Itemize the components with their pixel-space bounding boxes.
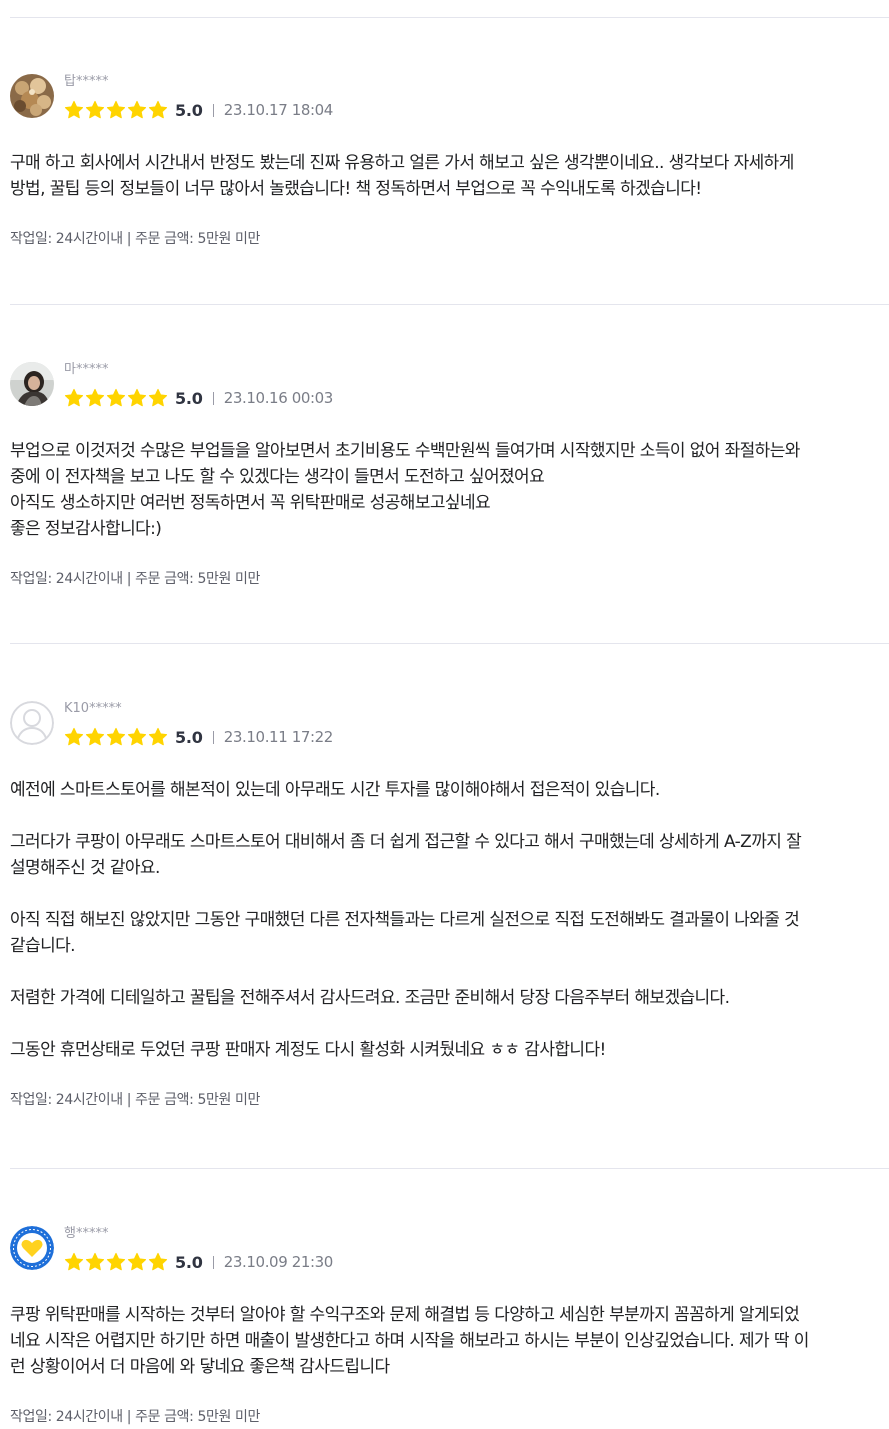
star-icon [64,100,84,119]
review-text-line: 쿠팡 위탁판매를 시작하는 것부터 알아야 할 수익구조와 문제 해결법 등 다… [10,1305,800,1325]
review-header: 행***** 5.0 23.10.09 21:30 [10,1226,889,1286]
star-icon [64,388,84,407]
review-date: 23.10.09 21:30 [223,1253,334,1271]
separator [212,730,214,744]
star-icon [106,100,126,119]
rating-row: 5.0 23.10.11 17:22 [64,725,333,749]
reviewer-name: 탑***** [64,74,109,89]
order-meta: 작업일: 24시간이내 | 주문 금액: 5만원 미만 [10,231,260,247]
star-icon [127,100,147,119]
review-body: 예전에 스마트스토어를 해본적이 있는데 아무래도 시간 투자를 많이해야해서 … [10,777,889,1063]
star-icon [64,1252,84,1271]
user-avatar [10,362,54,406]
review-divider [10,643,889,644]
star-rating [64,1252,168,1272]
star-icon [85,100,105,119]
review-text-line: 설명해주신 것 같아요. [10,858,160,878]
reviewer-name: 행***** [64,1226,109,1241]
review-text-line: 좋은 정보감사합니다:) [10,519,162,539]
review-text-line: 그러다가 쿠팡이 아무래도 스마트스토어 대비해서 좀 더 쉽게 접근할 수 있… [10,832,802,852]
user-avatar [10,74,54,118]
star-icon [64,727,84,746]
rating-row: 5.0 23.10.16 00:03 [64,386,333,410]
review-text-line: 구매 하고 회사에서 시간내서 반정도 봤는데 진짜 유용하고 얼른 가서 해보… [10,153,794,173]
review-item: 마***** 5.0 23.10.16 00:03 부업으로 이것저것 수많은 … [10,362,889,588]
review-text-line: 그동안 휴먼상태로 두었던 쿠팡 판매자 계정도 다시 활성화 시켜뒀네요 ㅎㅎ… [10,1040,606,1060]
rating-score: 5.0 [175,100,203,120]
user-avatar [10,1226,54,1270]
review-text-line: 같습니다. [10,936,76,956]
star-icon [148,727,168,746]
review-list: 탑***** 5.0 23.10.17 18:04 구매 하고 회사에서 시간내… [0,0,889,1429]
star-rating [64,100,168,120]
star-icon [127,727,147,746]
reviewer-name: K10***** [64,701,122,716]
star-rating [64,727,168,747]
review-body: 구매 하고 회사에서 시간내서 반정도 봤는데 진짜 유용하고 얼른 가서 해보… [10,150,889,202]
order-meta: 작업일: 24시간이내 | 주문 금액: 5만원 미만 [10,571,260,587]
star-icon [106,1252,126,1271]
rating-score: 5.0 [175,388,203,408]
star-icon [85,1252,105,1271]
review-divider [10,304,889,305]
star-icon [148,388,168,407]
review-body: 부업으로 이것저것 수많은 부업들을 알아보면서 초기비용도 수백만원씩 들여가… [10,438,889,542]
review-header: 마***** 5.0 23.10.16 00:03 [10,362,889,422]
reviewer-name: 마***** [64,362,109,377]
review-divider [10,1168,889,1169]
rating-row: 5.0 23.10.09 21:30 [64,1250,333,1274]
review-header: 탑***** 5.0 23.10.17 18:04 [10,74,889,134]
star-icon [85,727,105,746]
review-item: K10***** 5.0 23.10.11 17:22 예전에 스마트스토어를 … [10,701,889,1109]
review-text-line: 중에 이 전자책을 보고 나도 할 수 있겠다는 생각이 들면서 도전하고 싶어… [10,467,545,487]
review-header: K10***** 5.0 23.10.11 17:22 [10,701,889,761]
star-icon [127,388,147,407]
rating-row: 5.0 23.10.17 18:04 [64,98,333,122]
review-date: 23.10.17 18:04 [223,101,334,119]
review-date: 23.10.16 00:03 [223,389,334,407]
review-text-line: 예전에 스마트스토어를 해본적이 있는데 아무래도 시간 투자를 많이해야해서 … [10,780,660,800]
order-meta: 작업일: 24시간이내 | 주문 금액: 5만원 미만 [10,1092,260,1108]
rating-score: 5.0 [175,1252,203,1272]
star-icon [106,388,126,407]
review-item: 행***** 5.0 23.10.09 21:30 쿠팡 위탁판매를 시작하는 … [10,1226,889,1426]
star-icon [85,388,105,407]
default-user-avatar [10,701,54,745]
review-text-line: 네요 시작은 어렵지만 하기만 하면 매출이 발생한다고 하며 시작을 해보라고… [10,1331,809,1351]
review-body: 쿠팡 위탁판매를 시작하는 것부터 알아야 할 수익구조와 문제 해결법 등 다… [10,1302,889,1380]
star-icon [148,1252,168,1271]
order-meta: 작업일: 24시간이내 | 주문 금액: 5만원 미만 [10,1409,260,1425]
separator [212,391,214,405]
review-item: 탑***** 5.0 23.10.17 18:04 구매 하고 회사에서 시간내… [10,74,889,248]
rating-score: 5.0 [175,727,203,747]
review-text-line: 런 상황이어서 더 마음에 와 닿네요 좋은책 감사드립니다 [10,1357,390,1377]
separator [212,103,214,117]
separator [212,1255,214,1269]
review-divider [10,17,889,18]
star-icon [127,1252,147,1271]
star-rating [64,388,168,408]
review-text-line: 부업으로 이것저것 수많은 부업들을 알아보면서 초기비용도 수백만원씩 들여가… [10,441,800,461]
star-icon [148,100,168,119]
review-date: 23.10.11 17:22 [223,728,334,746]
review-text-line: 아직도 생소하지만 여러번 정독하면서 꼭 위탁판매로 성공해보고싶네요 [10,493,491,513]
review-text-line: 아직 직접 해보진 않았지만 그동안 구매했던 다른 전자책들과는 다르게 실전… [10,910,800,930]
review-text-line: 저렴한 가격에 디테일하고 꿀팁을 전해주셔서 감사드려요. 조금만 준비해서 … [10,988,730,1008]
review-text-line: 방법, 꿀팁 등의 정보들이 너무 많아서 놀랬습니다! 책 정독하면서 부업으… [10,179,702,199]
star-icon [106,727,126,746]
